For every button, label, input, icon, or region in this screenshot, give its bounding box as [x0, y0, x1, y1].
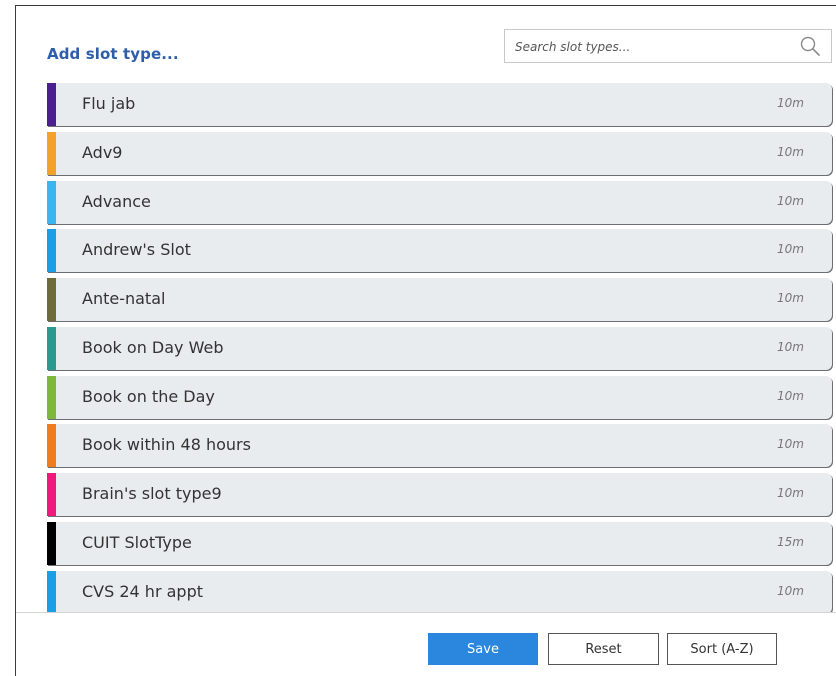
slot-type-name: Adv9 [82, 143, 123, 162]
slot-type-name: Book within 48 hours [82, 435, 251, 454]
slot-type-row[interactable]: Flu jab 10m [47, 83, 832, 126]
search-box[interactable] [504, 29, 832, 63]
slot-type-row[interactable]: Adv9 10m [47, 132, 832, 175]
slot-type-duration: 10m [777, 340, 804, 354]
slot-type-name: CVS 24 hr appt [82, 582, 203, 601]
slot-type-name: Advance [82, 192, 151, 211]
slot-color-bar [47, 376, 56, 419]
slot-type-duration: 10m [777, 437, 804, 451]
slot-type-row[interactable]: Andrew's Slot 10m [47, 229, 832, 272]
slot-type-duration: 10m [777, 96, 804, 110]
slot-type-name: Andrew's Slot [82, 240, 191, 259]
slot-type-row[interactable]: Book within 48 hours 10m [47, 424, 832, 467]
slot-type-row[interactable]: Brain's slot type9 10m [47, 473, 832, 516]
slot-color-bar [47, 132, 56, 175]
slot-type-row[interactable]: CVS 24 hr appt 10m [47, 571, 832, 612]
save-button[interactable]: Save [428, 633, 538, 665]
slot-color-bar [47, 229, 56, 272]
reset-button[interactable]: Reset [548, 633, 659, 665]
slot-type-duration: 10m [777, 584, 804, 598]
slot-type-row[interactable]: Advance 10m [47, 181, 832, 224]
footer-divider [16, 612, 836, 613]
slot-type-duration: 10m [777, 486, 804, 500]
slot-type-duration: 10m [777, 194, 804, 208]
search-input[interactable] [513, 36, 787, 58]
slot-type-name: Flu jab [82, 94, 136, 113]
panel-title: Add slot type... [47, 45, 179, 63]
slot-color-bar [47, 424, 56, 467]
slot-type-list: Flu jab 10m Adv9 10m Advance 10m Andrew'… [47, 83, 833, 612]
search-icon[interactable] [799, 35, 821, 57]
slot-type-duration: 10m [777, 291, 804, 305]
slot-color-bar [47, 278, 56, 321]
slot-color-bar [47, 327, 56, 370]
slot-type-row[interactable]: Book on Day Web 10m [47, 327, 832, 370]
slot-type-duration: 10m [777, 242, 804, 256]
slot-type-name: Book on Day Web [82, 338, 224, 357]
slot-type-row[interactable]: Book on the Day 10m [47, 376, 832, 419]
slot-type-duration: 10m [777, 389, 804, 403]
slot-type-name: Book on the Day [82, 387, 215, 406]
slot-color-bar [47, 522, 56, 565]
slot-type-name: Brain's slot type9 [82, 484, 222, 503]
slot-type-duration: 10m [777, 145, 804, 159]
slot-color-bar [47, 181, 56, 224]
sort-az-button[interactable]: Sort (A-Z) [667, 633, 777, 665]
slot-color-bar [47, 473, 56, 516]
slot-type-duration: 15m [777, 535, 804, 549]
slot-type-name: CUIT SlotType [82, 533, 192, 552]
slot-type-row[interactable]: Ante-natal 10m [47, 278, 832, 321]
slot-color-bar [47, 571, 56, 612]
slot-color-bar [47, 83, 56, 126]
slot-type-name: Ante-natal [82, 289, 166, 308]
slot-type-row[interactable]: CUIT SlotType 15m [47, 522, 832, 565]
